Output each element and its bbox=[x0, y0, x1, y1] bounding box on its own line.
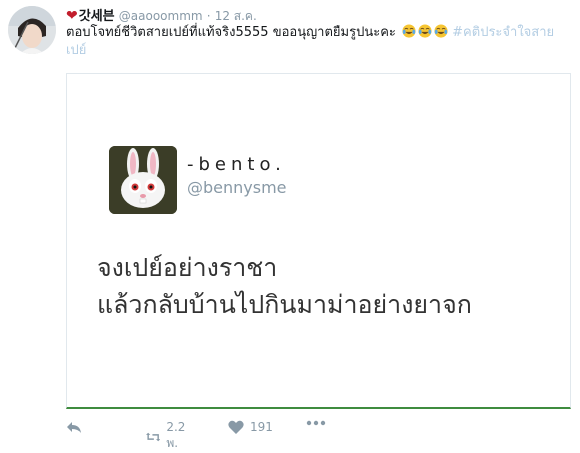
more-button[interactable] bbox=[306, 420, 326, 426]
tweet-media-image[interactable]: -bento. @bennysme จงเปย์อย่างราชา แล้วกล… bbox=[66, 73, 571, 409]
retweet-button[interactable]: 2.2 พ. bbox=[146, 420, 191, 453]
embedded-display-name: -bento. bbox=[187, 154, 286, 175]
separator: · bbox=[206, 9, 211, 23]
heart-icon: ❤ bbox=[66, 8, 78, 24]
like-count: 191 bbox=[250, 420, 273, 434]
more-icon bbox=[306, 420, 326, 426]
tears-of-joy-icon bbox=[402, 24, 416, 38]
avatar[interactable] bbox=[8, 6, 56, 54]
avatar-image bbox=[8, 6, 56, 54]
display-name[interactable]: 갓세븐 bbox=[79, 9, 115, 24]
bunny-avatar-image bbox=[109, 146, 177, 214]
tweet-date[interactable]: 12 ส.ค. bbox=[215, 9, 257, 23]
like-button[interactable]: 191 bbox=[228, 420, 273, 434]
retweet-icon bbox=[146, 432, 161, 441]
embedded-text-line-2: แล้วกลับบ้านไปกินมาม่าอย่างยาจก bbox=[97, 290, 472, 319]
embedded-handle: @bennysme bbox=[187, 178, 287, 197]
tweet-body: ตอบโจทย์ชีวิตสายเปย์ที่แท้จริง5555 ขออนุ… bbox=[66, 25, 396, 40]
user-handle[interactable]: @aaooommm bbox=[119, 9, 203, 23]
embedded-avatar bbox=[109, 146, 177, 214]
reply-icon bbox=[67, 422, 81, 433]
reply-button[interactable] bbox=[66, 420, 82, 434]
like-icon bbox=[228, 420, 244, 434]
embedded-text-line-1: จงเปย์อย่างราชา bbox=[97, 253, 278, 282]
tweet-text: ตอบโจทย์ชีวิตสายเปย์ที่แท้จริง5555 ขออนุ… bbox=[66, 24, 571, 60]
retweet-count: 2.2 พ. bbox=[166, 420, 186, 450]
emoji-group bbox=[400, 24, 452, 40]
tears-of-joy-icon bbox=[434, 24, 448, 38]
tears-of-joy-icon bbox=[418, 24, 432, 38]
tweet-header: ❤갓세븐 @aaooommm · 12 ส.ค. bbox=[66, 5, 257, 26]
